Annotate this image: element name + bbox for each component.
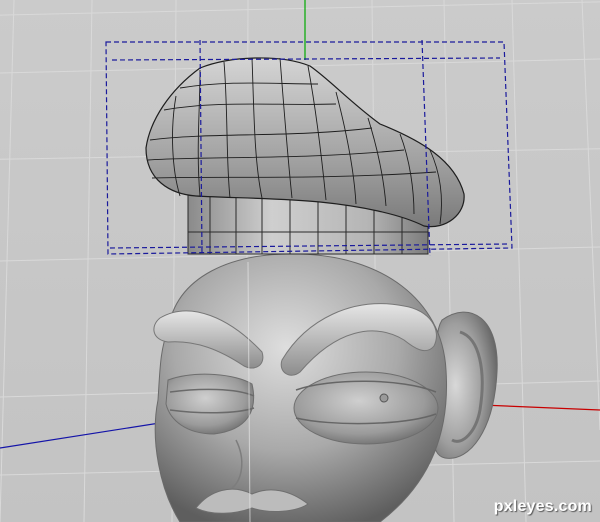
watermark-text: pxleyes.com xyxy=(493,498,592,515)
chef-hat-model[interactable] xyxy=(105,39,513,257)
right-eye xyxy=(293,371,439,445)
head-model[interactable] xyxy=(153,253,498,522)
3d-viewport[interactable]: pxleyes.com xyxy=(0,0,600,522)
scene-render[interactable] xyxy=(0,0,600,522)
pupil xyxy=(379,393,389,403)
